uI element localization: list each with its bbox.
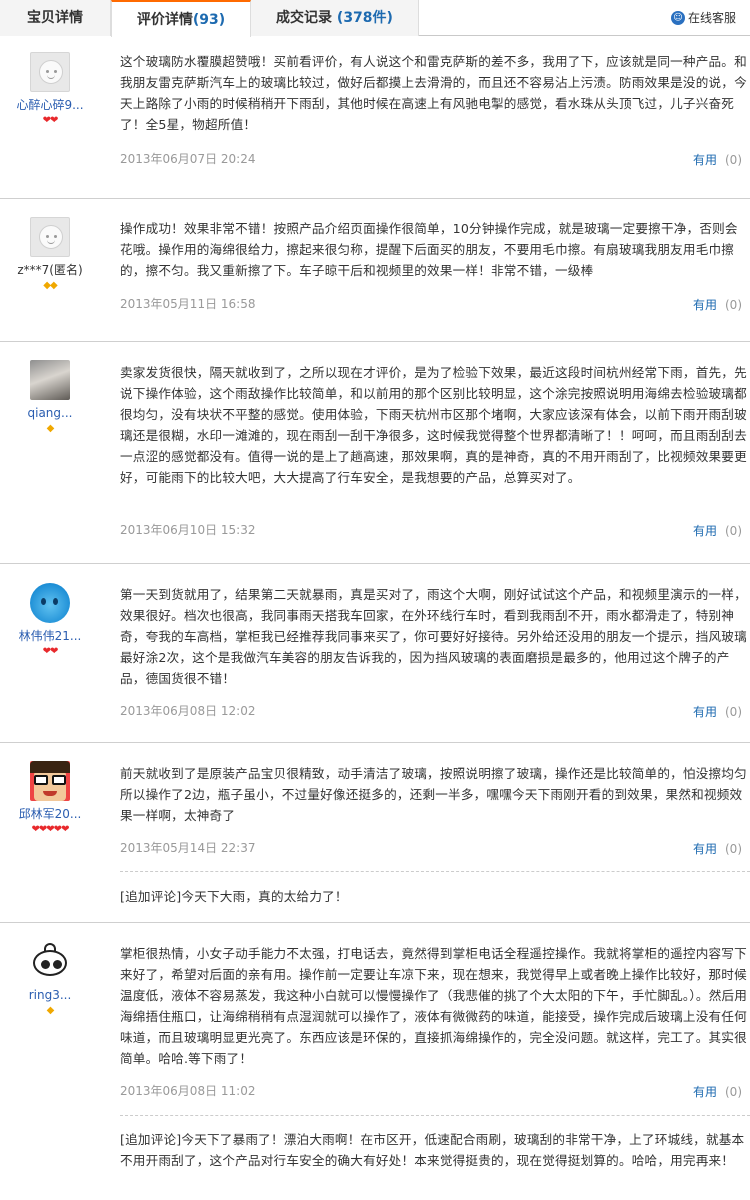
reviewer: 心醉心碎9... ❤❤	[0, 52, 100, 126]
review-item: 心醉心碎9... ❤❤ 这个玻璃防水覆膜超赞哦！买前看评价，有人说这个和雷克萨斯…	[0, 37, 750, 199]
water-drop-avatar-icon[interactable]	[30, 583, 70, 623]
reviewer: 邱林军20... ❤❤❤❤❤	[0, 761, 100, 835]
online-service-label: 在线客服	[687, 11, 736, 25]
append-divider	[120, 871, 750, 872]
useful-label: 有用	[692, 705, 717, 719]
tab-reviews[interactable]: 评价详情(93)	[111, 0, 251, 37]
appended-review: [追加评论]今天下了暴雨了！漂泊大雨啊！在市区开，低速配合雨刷，玻璃刮的非常干净…	[120, 1132, 745, 1168]
online-service-link[interactable]: ☺ 在线客服	[670, 9, 736, 26]
reviewer: 林伟伟21... ❤❤	[0, 583, 100, 657]
useful-button[interactable]: 有用 (0)	[693, 1083, 742, 1100]
reviewer-name[interactable]: qiang...	[0, 406, 100, 420]
review-item: ring3... ◆ 掌柜很热情，小女子动手能力不太强，打电话去，竟然得到掌柜电…	[0, 924, 750, 1200]
useful-count: (0)	[725, 705, 742, 719]
useful-label: 有用	[692, 153, 717, 167]
review-count: 93	[199, 12, 219, 28]
review-date: 2013年06月08日 12:02	[120, 704, 256, 718]
appended-review: [追加评论]今天下大雨，真的太给力了！	[120, 889, 348, 904]
glasses-face-avatar-icon[interactable]	[30, 761, 70, 801]
review-content: 前天就收到了是原装产品宝贝很精致，动手清洁了玻璃，按照说明擦了玻璃，操作还是比较…	[120, 766, 747, 823]
reviewer-name[interactable]: ring3...	[0, 988, 100, 1002]
useful-label: 有用	[692, 298, 717, 312]
tab-label: 成交记录	[276, 10, 333, 26]
review-content: 这个玻璃防水覆膜超赞哦！买前看评价，有人说这个和雷克萨斯的差不多，我用了下，应该…	[120, 54, 747, 132]
tab-bar: 宝贝详情 评价详情(93) 成交记录 (378件) ☺ 在线客服	[0, 0, 750, 37]
cartoon-avatar-icon[interactable]	[30, 942, 70, 982]
review-content: 卖家发货很快，隔天就收到了，之所以现在才评价，是为了检验下效果，最近这段时间杭州…	[120, 365, 747, 485]
review-item: 林伟伟21... ❤❤ 第一天到货就用了，结果第二天就暴雨，真是买对了，雨这个大…	[0, 565, 750, 743]
tab-label: 宝贝详情	[27, 10, 83, 26]
review-item: qiang... ◆ 卖家发货很快，隔天就收到了，之所以现在才评价，是为了检验下…	[0, 343, 750, 564]
reviewer-name: z***7(匿名)	[17, 263, 83, 277]
buyer-rank-diamond-icon: ◆	[46, 1005, 55, 1016]
useful-button[interactable]: 有用 (0)	[693, 151, 742, 168]
buyer-rank-heart-icon: ❤❤	[42, 115, 59, 126]
default-avatar-icon[interactable]	[30, 52, 70, 92]
useful-button[interactable]: 有用 (0)	[693, 703, 742, 720]
reviewer: z***7(匿名) ◆◆	[0, 217, 100, 291]
review-date: 2013年05月11日 16:58	[120, 297, 256, 311]
buyer-rank-diamond-icon: ◆	[46, 423, 55, 434]
reviewer-name[interactable]: 心醉心碎9...	[0, 98, 100, 112]
useful-count: (0)	[725, 524, 742, 538]
tab-item-details[interactable]: 宝贝详情	[0, 0, 111, 36]
reviewer-name[interactable]: 邱林军20...	[0, 807, 100, 821]
reviewer-name[interactable]: 林伟伟21...	[0, 629, 100, 643]
append-divider	[120, 1115, 750, 1116]
buyer-rank-diamond-icon: ◆◆	[43, 280, 57, 291]
useful-count: (0)	[725, 153, 742, 167]
review-item: 邱林军20... ❤❤❤❤❤ 前天就收到了是原装产品宝贝很精致，动手清洁了玻璃，…	[0, 744, 750, 923]
useful-label: 有用	[692, 1085, 717, 1099]
reviewer: ring3... ◆	[0, 942, 100, 1016]
review-date: 2013年06月10日 15:32	[120, 523, 256, 537]
review-date: 2013年06月07日 20:24	[120, 152, 256, 166]
buyer-rank-heart-icon: ❤❤	[42, 646, 59, 657]
useful-count: (0)	[725, 298, 742, 312]
tab-transactions[interactable]: 成交记录 (378件)	[251, 0, 419, 36]
default-avatar-icon[interactable]	[30, 217, 70, 257]
review-content: 操作成功！效果非常不错！按照产品介绍页面操作很简单，10分钟操作完成，就是玻璃一…	[120, 221, 738, 278]
buyer-rank-heart-icon: ❤❤❤❤❤	[31, 824, 70, 835]
review-content: 第一天到货就用了，结果第二天就暴雨，真是买对了，雨这个大啊，刚好试试这个产品，和…	[120, 587, 747, 686]
review-item: z***7(匿名) ◆◆ 操作成功！效果非常不错！按照产品介绍页面操作很简单，1…	[0, 200, 750, 342]
useful-count: (0)	[725, 1085, 742, 1099]
useful-count: (0)	[725, 842, 742, 856]
useful-label: 有用	[692, 842, 717, 856]
review-date: 2013年06月08日 11:02	[120, 1084, 256, 1098]
review-date: 2013年05月14日 22:37	[120, 841, 256, 855]
user-photo-avatar-icon[interactable]	[30, 360, 70, 400]
chat-icon: ☺	[670, 10, 685, 25]
useful-button[interactable]: 有用 (0)	[693, 522, 742, 539]
useful-button[interactable]: 有用 (0)	[693, 840, 742, 857]
trade-count: 378件	[343, 10, 387, 26]
useful-label: 有用	[692, 524, 717, 538]
useful-button[interactable]: 有用 (0)	[693, 296, 742, 313]
tab-label: 评价详情	[136, 12, 193, 28]
review-content: 掌柜很热情，小女子动手能力不太强，打电话去，竟然得到掌柜电话全程遥控操作。我就将…	[120, 946, 748, 1066]
reviewer: qiang... ◆	[0, 360, 100, 434]
